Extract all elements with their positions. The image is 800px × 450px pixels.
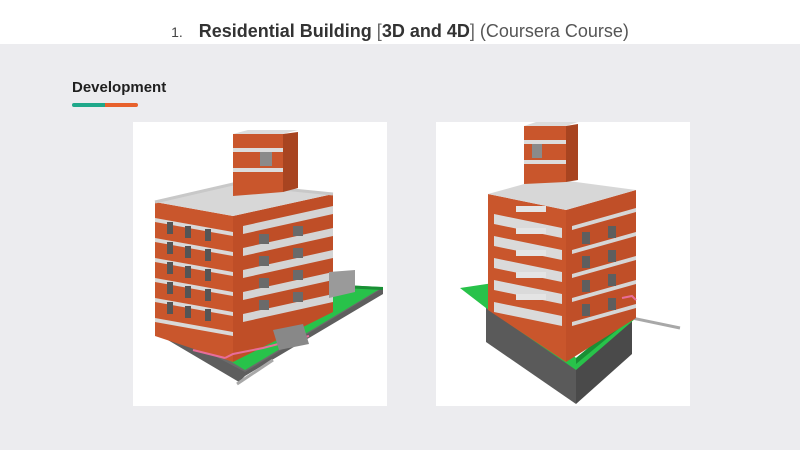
building-model-icon	[154, 130, 383, 386]
title-bold-part: 3D and 4D	[381, 21, 470, 41]
building-model-icon	[460, 122, 681, 404]
slide-content: Development	[0, 44, 800, 450]
bracket-close: ]	[469, 21, 475, 41]
page-title: 1. Residential Building [3D and 4D] (Cour…	[0, 21, 800, 42]
header-bar: 1. Residential Building [3D and 4D] (Cour…	[0, 0, 800, 44]
section-underline	[72, 103, 138, 107]
building-render-front	[133, 122, 387, 406]
building-render-rear	[436, 122, 690, 406]
underline-green	[72, 103, 105, 107]
title-suffix: (Coursera Course)	[479, 21, 629, 41]
list-number: 1.	[171, 24, 183, 40]
section-heading: Development	[72, 79, 167, 96]
title-main: Residential Building	[198, 21, 372, 41]
underline-orange	[105, 103, 138, 107]
